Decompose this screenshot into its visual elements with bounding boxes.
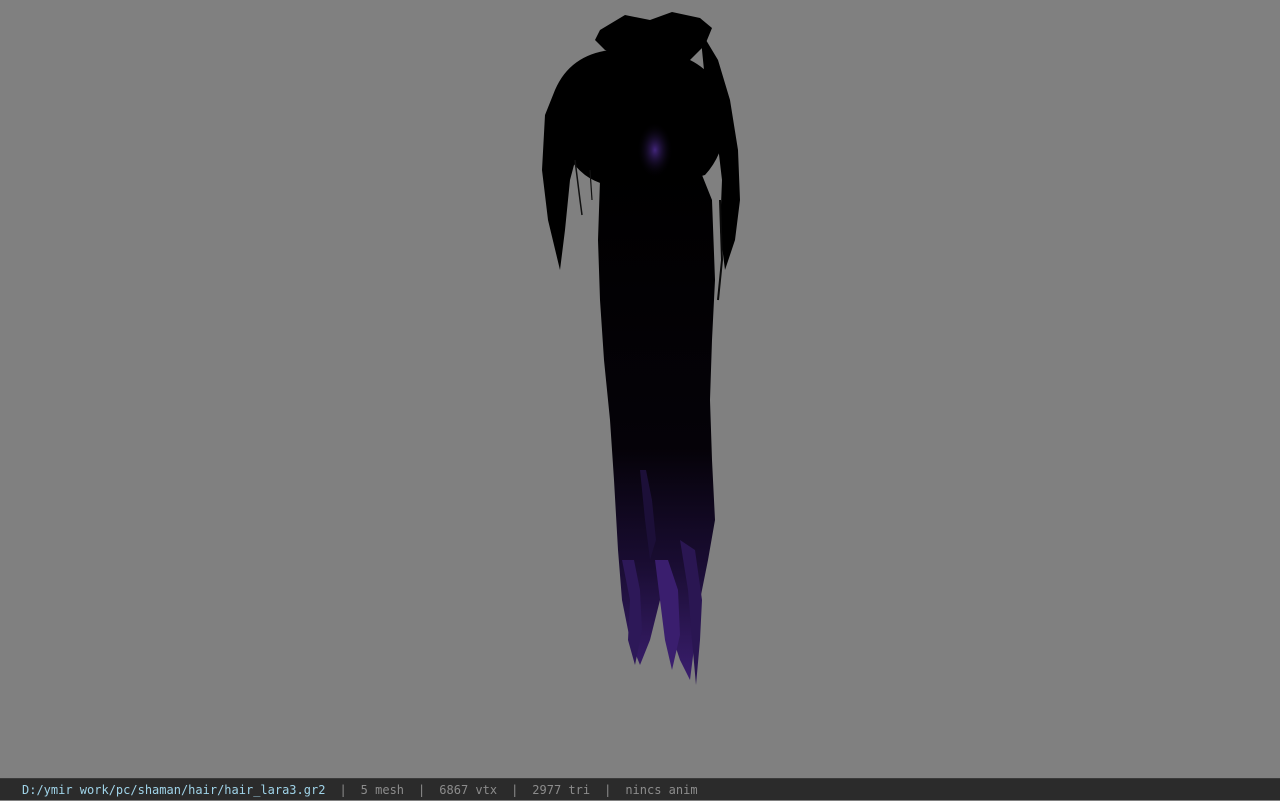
mesh-count: 5 mesh bbox=[360, 783, 405, 797]
separator: | bbox=[511, 783, 519, 797]
file-path: D:/ymir work/pc/shaman/hair/hair_lara3.g… bbox=[22, 783, 326, 797]
triangle-count: 2977 tri bbox=[532, 783, 591, 797]
status-bar: D:/ymir work/pc/shaman/hair/hair_lara3.g… bbox=[0, 778, 1280, 800]
vertex-count: 6867 vtx bbox=[439, 783, 498, 797]
hair-model-render bbox=[542, 12, 740, 685]
separator: | bbox=[604, 783, 612, 797]
separator: | bbox=[339, 783, 347, 797]
animation-status: nincs anim bbox=[625, 783, 698, 797]
3d-viewport[interactable] bbox=[0, 0, 1280, 778]
separator: | bbox=[418, 783, 426, 797]
